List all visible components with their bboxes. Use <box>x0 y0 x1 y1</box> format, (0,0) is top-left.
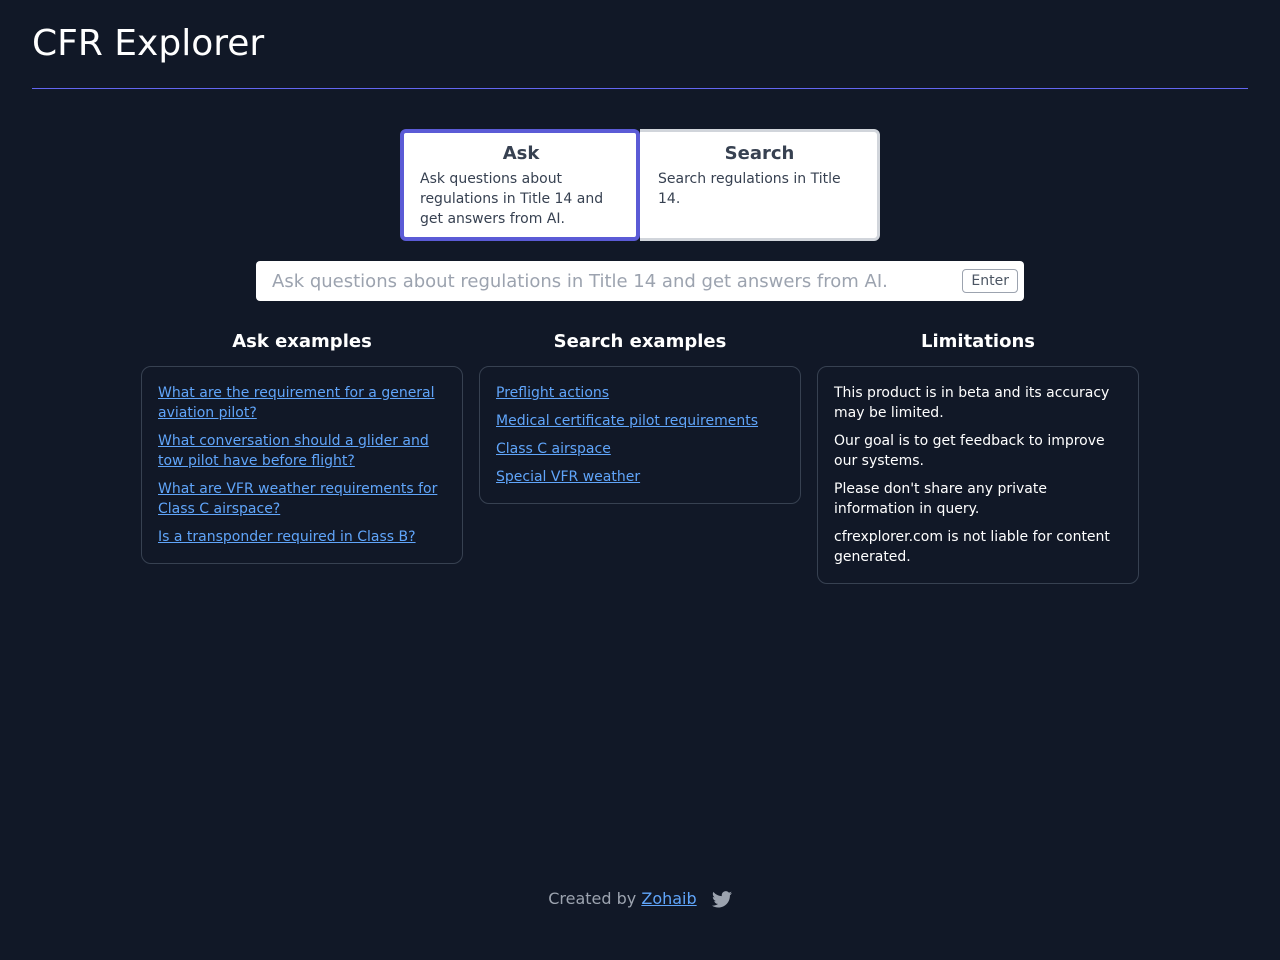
ask-examples-heading: Ask examples <box>232 331 372 352</box>
search-mode-card[interactable]: Search Search regulations in Title 14. <box>640 129 880 241</box>
limitation-text: Our goal is to get feedback to improve o… <box>834 433 1105 469</box>
author-link[interactable]: Zohaib <box>641 889 696 908</box>
mode-selector: Ask Ask questions about regulations in T… <box>400 129 880 241</box>
search-examples-box: Preflight actions Medical certificate pi… <box>479 366 801 504</box>
search-mode-title: Search <box>724 143 795 164</box>
ask-example-link[interactable]: What are the requirement for a general a… <box>158 383 446 423</box>
header: CFR Explorer <box>32 20 1248 89</box>
limitation-text: Please don't share any private informati… <box>834 481 1047 517</box>
search-mode-description: Search regulations in Title 14. <box>658 171 841 207</box>
search-example-link[interactable]: Medical certificate pilot requirements <box>496 411 784 431</box>
page: CFR Explorer Ask Ask questions about reg… <box>0 0 1280 960</box>
query-input[interactable] <box>256 261 946 301</box>
info-columns: Ask examples What are the requirement fo… <box>141 330 1139 584</box>
search-example-link[interactable]: Special VFR weather <box>496 467 784 487</box>
ask-examples-box: What are the requirement for a general a… <box>141 366 463 564</box>
ask-example-link[interactable]: What conversation should a glider and to… <box>158 431 446 471</box>
enter-button[interactable]: Enter <box>962 269 1018 293</box>
limitations-box: This product is in beta and its accuracy… <box>817 366 1139 584</box>
search-examples-heading: Search examples <box>553 331 727 352</box>
search-examples-column: Search examples Preflight actions Medica… <box>479 330 801 584</box>
query-bar: Enter <box>256 261 1024 301</box>
footer-prefix: Created by <box>548 889 637 908</box>
ask-example-link[interactable]: Is a transponder required in Class B? <box>158 527 446 547</box>
search-example-link[interactable]: Preflight actions <box>496 383 784 403</box>
limitation-text: This product is in beta and its accuracy… <box>834 385 1110 421</box>
footer: Created by Zohaib <box>0 888 1280 914</box>
ask-mode-title: Ask <box>502 143 540 164</box>
limitation-text: cfrexplorer.com is not liable for conten… <box>834 529 1110 565</box>
ask-example-link[interactable]: What are VFR weather requirements for Cl… <box>158 479 446 519</box>
limitations-column: Limitations This product is in beta and … <box>817 330 1139 584</box>
search-example-link[interactable]: Class C airspace <box>496 439 784 459</box>
limitations-heading: Limitations <box>921 331 1035 352</box>
ask-mode-description: Ask questions about regulations in Title… <box>420 171 604 227</box>
app-title: CFR Explorer <box>32 23 265 64</box>
ask-examples-column: Ask examples What are the requirement fo… <box>141 330 463 584</box>
ask-mode-card[interactable]: Ask Ask questions about regulations in T… <box>400 129 640 241</box>
twitter-icon[interactable] <box>711 891 732 914</box>
